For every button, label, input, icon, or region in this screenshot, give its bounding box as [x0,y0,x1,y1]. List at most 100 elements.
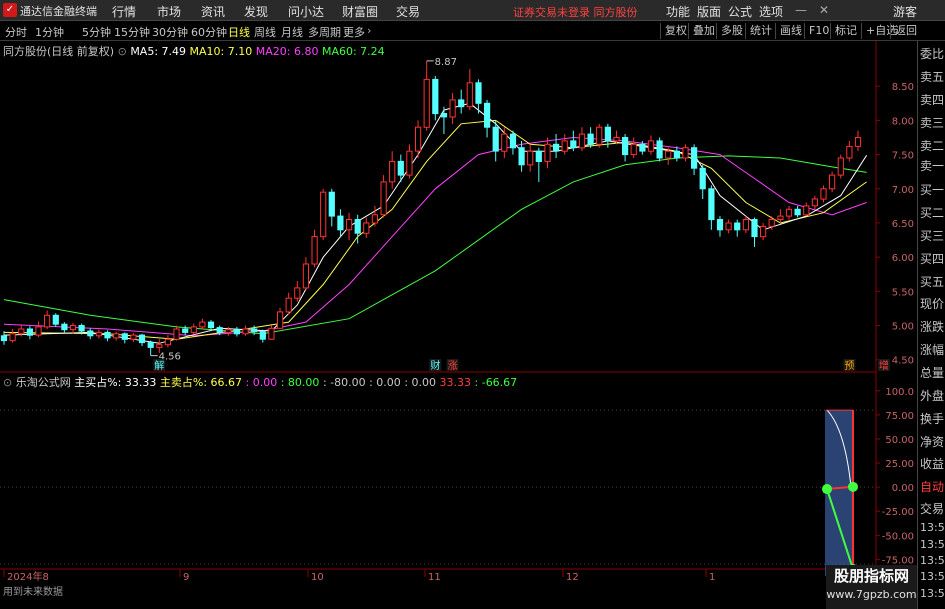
period-5min[interactable]: 5分钟 [82,24,111,40]
app-title: 通达信金融终端 [20,5,97,18]
menu-news[interactable]: 资讯 [201,3,225,20]
side-item[interactable]: 总量 [920,364,945,381]
date-label: 12 [566,572,579,583]
candle-up [613,137,620,142]
period-daily[interactable]: 日线 [228,24,250,40]
side-item[interactable]: 现价 [920,295,945,312]
side-item[interactable]: 交易 [920,500,945,517]
menu-options[interactable]: 选项 [759,3,783,20]
quote-side-panel: 委比卖五卖四卖三卖二卖一买一买二买三买四买五现价涨跌涨幅总量外盘换手净资收益自动… [917,41,945,609]
period-multi[interactable]: 多周期 [308,24,341,40]
candle-up [173,328,180,340]
side-item[interactable]: 外盘 [920,387,945,404]
kline-chart[interactable]: 8.50 8.00 7.50 7.00 6.50 6.00 5.50 5.00 4.50 8.87… [0,41,917,609]
side-item: 13:57 [920,538,945,551]
candle-down [78,325,85,332]
candle-down [716,219,724,231]
candle-up [320,191,327,238]
period-monthly[interactable]: 月线 [281,24,303,40]
period-weekly[interactable]: 周线 [254,24,276,40]
side-item[interactable]: 卖三 [920,114,945,131]
candle-up [199,321,206,328]
side-item[interactable]: 卖一 [920,157,945,174]
side-item[interactable]: 涨跌 [920,318,945,335]
menu-discover[interactable]: 发现 [244,3,268,20]
sub-tick-label: 0.00 [892,483,914,494]
menu-xiaoda[interactable]: 问小达 [288,3,324,20]
side-item[interactable]: 买五 [920,273,945,290]
side-item[interactable]: 买三 [920,227,945,244]
draw-line-button[interactable]: 画线 [775,23,806,39]
side-item[interactable]: 收益 [920,455,945,472]
menu-function[interactable]: 功能 [666,3,690,20]
date-label: 9 [183,572,189,583]
period-15min[interactable]: 15分钟 [114,24,150,40]
side-item[interactable]: 换手 [920,410,945,427]
candle-up [811,198,818,207]
event-marker: 涨 [448,360,458,372]
candle-down [0,335,8,342]
candle-up [820,188,827,200]
candle-up [449,99,456,118]
sub-tick-label: -25.00 [882,507,914,518]
ma60-line [3,155,867,335]
adjust-button[interactable]: 复权 [660,23,691,39]
multi-stock-button[interactable]: 多股 [716,23,747,39]
side-item[interactable]: 委比 [920,45,945,62]
sub-tick-label: -50.00 [882,531,914,542]
sub-tick-label: 50.00 [885,435,914,446]
stats-button[interactable]: 统计 [745,23,776,39]
price-tick-label: 8.00 [892,116,914,127]
menu-trade[interactable]: 交易 [396,3,420,20]
date-label: 10 [311,572,324,583]
candle-down [354,219,361,234]
event-marker: 解 [154,359,164,372]
candle-up [544,143,551,162]
price-tick-label: 6.50 [892,219,914,230]
menu-quotes[interactable]: 行情 [112,3,136,20]
menu-wealth[interactable]: 财富圈 [342,3,378,20]
candle-down [475,82,482,104]
close-icon[interactable]: ✕ [819,3,829,17]
menu-formula[interactable]: 公式 [728,3,752,20]
side-item[interactable]: 买一 [920,181,945,198]
period-1min[interactable]: 1分钟 [35,24,64,40]
period-more[interactable]: 更多 [343,24,365,40]
side-item[interactable]: 自动 [920,478,945,495]
menu-market[interactable]: 市场 [157,3,181,20]
login-status[interactable]: 证券交易未登录 同方股份 [513,4,638,20]
period-30min[interactable]: 30分钟 [152,24,188,40]
side-item[interactable]: 涨幅 [920,341,945,358]
back-button[interactable]: 返回 [890,23,921,39]
mark-button[interactable]: 标记 [830,23,861,39]
sub-tick-label: 25.00 [885,459,914,470]
candle-down [484,102,491,128]
future-data-notice: 用到未来数据 [3,587,63,598]
side-item[interactable]: 买四 [920,250,945,267]
overlay-button[interactable]: 叠加 [688,23,719,39]
candle-up [389,160,396,183]
candle-down [518,147,525,166]
f10-button[interactable]: F10 [804,23,833,39]
candle-down [328,191,335,217]
side-item[interactable]: 卖二 [920,137,945,154]
candle-down [492,126,499,152]
side-item[interactable]: 买二 [920,204,945,221]
candle-up [829,174,836,190]
minimize-icon[interactable]: — [795,3,807,17]
candle-down [708,188,715,221]
menu-layout[interactable]: 版面 [697,3,721,20]
app-logo-icon: ✓ [3,3,17,17]
candle-up [225,329,232,333]
candle-up [294,287,301,299]
candle-up [380,181,387,216]
side-item[interactable]: 卖五 [920,68,945,85]
side-item[interactable]: 卖四 [920,91,945,108]
period-60min[interactable]: 60分钟 [191,24,227,40]
candle-down [251,328,258,333]
side-item[interactable]: 净资 [920,433,945,450]
guest-label[interactable]: 游客 [893,3,917,20]
candle-up [777,215,784,221]
period-timeshare[interactable]: 分时 [5,24,27,40]
chevron-right-icon[interactable]: › [367,24,371,37]
